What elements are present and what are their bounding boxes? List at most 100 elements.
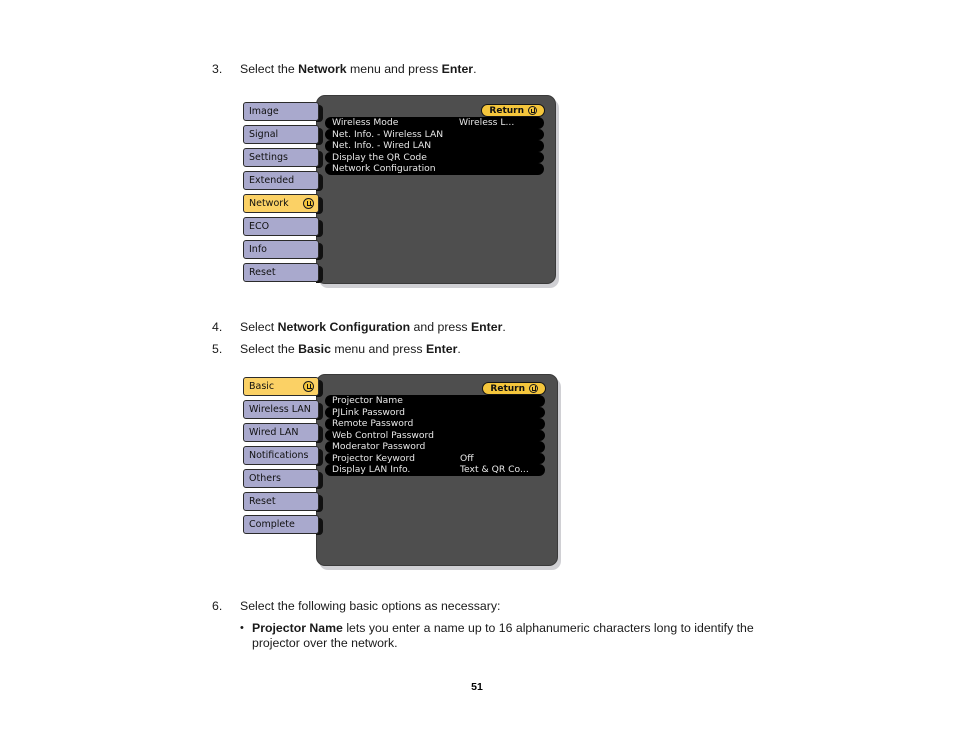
- emphasis-text: Enter: [425, 342, 458, 356]
- menu-item-label: Remote Password: [332, 418, 414, 430]
- osd-network-tablist[interactable]: Image Signal Settings Extended Network ECO Inf…: [243, 102, 323, 286]
- menu-item-label: Wireless Mode: [332, 117, 399, 129]
- body-text: and press: [410, 320, 471, 334]
- osd-tab-others[interactable]: Others: [243, 469, 323, 489]
- body-text: menu and press: [330, 342, 426, 356]
- menu-item-row[interactable]: Web Control Password: [325, 429, 545, 441]
- osd-network-menu: Image Signal Settings Extended Network ECO Inf…: [243, 92, 563, 287]
- menu-item-row[interactable]: PJLink Password: [325, 406, 545, 418]
- body-text: Select the: [240, 62, 299, 76]
- menu-item-label: Web Control Password: [332, 429, 434, 441]
- tab-label: Reset: [249, 496, 276, 507]
- tab-label: Basic: [249, 381, 275, 392]
- emphasis-text: Network Configuration: [277, 320, 411, 334]
- tab-label: Network: [249, 198, 289, 209]
- menu-item-row[interactable]: Net. Info. - Wireless LAN: [325, 128, 544, 140]
- tab-label: Signal: [249, 129, 279, 140]
- enter-key-icon: [528, 106, 537, 115]
- menu-item-value: Off: [460, 452, 474, 464]
- menu-item-row[interactable]: Display LAN Info. Text & QR Co...: [325, 464, 545, 476]
- osd-basic-tablist[interactable]: Basic Wireless LAN Wired LAN Notifications O…: [243, 377, 323, 538]
- tab-edge-shadow: [316, 380, 323, 397]
- osd-tab-image[interactable]: Image: [243, 102, 323, 122]
- bullet-text: Projector Name lets you enter a name up …: [252, 621, 800, 650]
- menu-item-value: Wireless L...: [459, 117, 515, 129]
- menu-item-label: Network Configuration: [332, 163, 436, 175]
- menu-item-label: Display LAN Info.: [332, 464, 411, 476]
- osd-tab-reset[interactable]: Reset: [243, 492, 323, 512]
- menu-item-value: Text & QR Co...: [460, 464, 529, 476]
- return-label: Return: [490, 383, 525, 394]
- emphasis-text: Enter: [470, 320, 503, 334]
- osd-network-item-list[interactable]: Wireless Mode Wireless L... Net. Info. - W…: [325, 117, 544, 175]
- menu-item-row[interactable]: Net. Info. - Wired LAN: [325, 140, 544, 152]
- step-6: 6. Select the following basic options as…: [212, 599, 862, 614]
- return-button[interactable]: Return: [482, 382, 546, 395]
- step-3-number: 3.: [212, 62, 223, 76]
- menu-item-label: Net. Info. - Wireless LAN: [332, 128, 444, 140]
- enter-key-icon: [529, 384, 538, 393]
- step-4-text: Select Network Configuration and press E…: [240, 320, 832, 335]
- menu-item-label: PJLink Password: [332, 406, 405, 418]
- osd-tab-wireless-lan[interactable]: Wireless LAN: [243, 400, 323, 420]
- step-3: 3. Select the Network menu and press Ent…: [212, 62, 832, 77]
- osd-tab-info[interactable]: Info: [243, 240, 323, 260]
- menu-item-label: Net. Info. - Wired LAN: [332, 140, 432, 152]
- body-text: Select the following basic options as ne…: [240, 599, 501, 613]
- osd-basic-menu: Basic Wireless LAN Wired LAN Notifications O…: [243, 374, 563, 569]
- osd-tab-reset[interactable]: Reset: [243, 263, 323, 283]
- step-4: 4. Select Network Configuration and pres…: [212, 320, 832, 335]
- tab-label: Settings: [249, 152, 288, 163]
- bullet-projector-name: • Projector Name lets you enter a name u…: [240, 621, 800, 650]
- menu-item-label: Moderator Password: [332, 441, 426, 453]
- osd-tab-network[interactable]: Network: [243, 194, 323, 214]
- menu-item-row[interactable]: Wireless Mode Wireless L...: [325, 117, 544, 129]
- menu-item-row[interactable]: Projector Name: [325, 395, 545, 407]
- tab-label: Image: [249, 106, 279, 117]
- tab-label: Wireless LAN: [249, 404, 311, 415]
- osd-tab-extended[interactable]: Extended: [243, 171, 323, 191]
- tab-label: Extended: [249, 175, 295, 186]
- osd-tab-signal[interactable]: Signal: [243, 125, 323, 145]
- emphasis-text: Network: [298, 62, 347, 76]
- step-6-text: Select the following basic options as ne…: [240, 599, 862, 614]
- menu-item-row[interactable]: Network Configuration: [325, 163, 544, 175]
- step-5-number: 5.: [212, 342, 223, 356]
- osd-tab-wired-lan[interactable]: Wired LAN: [243, 423, 323, 443]
- tab-label: Info: [249, 244, 267, 255]
- osd-tab-settings[interactable]: Settings: [243, 148, 323, 168]
- menu-item-row[interactable]: Moderator Password: [325, 441, 545, 453]
- body-text: .: [502, 320, 506, 334]
- step-4-number: 4.: [212, 320, 223, 334]
- menu-item-row[interactable]: Display the QR Code: [325, 151, 544, 163]
- menu-item-row[interactable]: Projector Keyword Off: [325, 452, 545, 464]
- emphasis-text: Enter: [441, 62, 474, 76]
- emphasis-text: Projector Name: [252, 621, 343, 635]
- step-3-text: Select the Network menu and press Enter.: [240, 62, 832, 77]
- enter-key-icon: [303, 198, 314, 209]
- menu-item-row[interactable]: Remote Password: [325, 418, 545, 430]
- step-5: 5. Select the Basic menu and press Enter…: [212, 342, 832, 357]
- enter-key-icon: [303, 381, 314, 392]
- osd-tab-notifications[interactable]: Notifications: [243, 446, 323, 466]
- body-text: .: [457, 342, 461, 356]
- body-text: .: [473, 62, 477, 76]
- tab-edge-shadow: [316, 197, 323, 214]
- osd-tab-basic[interactable]: Basic: [243, 377, 323, 397]
- menu-item-label: Display the QR Code: [332, 151, 427, 163]
- body-text: Select: [240, 320, 278, 334]
- step-5-text: Select the Basic menu and press Enter.: [240, 342, 832, 357]
- menu-item-label: Projector Keyword: [332, 452, 415, 464]
- tab-label: ECO: [249, 221, 270, 232]
- return-button[interactable]: Return: [481, 104, 545, 117]
- return-label: Return: [489, 105, 524, 116]
- body-text: menu and press: [346, 62, 442, 76]
- tab-label: Complete: [249, 519, 295, 530]
- osd-basic-item-list[interactable]: Projector Name PJLink Password Remote Pass…: [325, 395, 545, 476]
- osd-tab-eco[interactable]: ECO: [243, 217, 323, 237]
- body-text: Select the: [240, 342, 299, 356]
- tab-label: Reset: [249, 267, 276, 278]
- osd-tab-complete[interactable]: Complete: [243, 515, 323, 535]
- tab-label: Wired LAN: [249, 427, 299, 438]
- tab-label: Notifications: [249, 450, 309, 461]
